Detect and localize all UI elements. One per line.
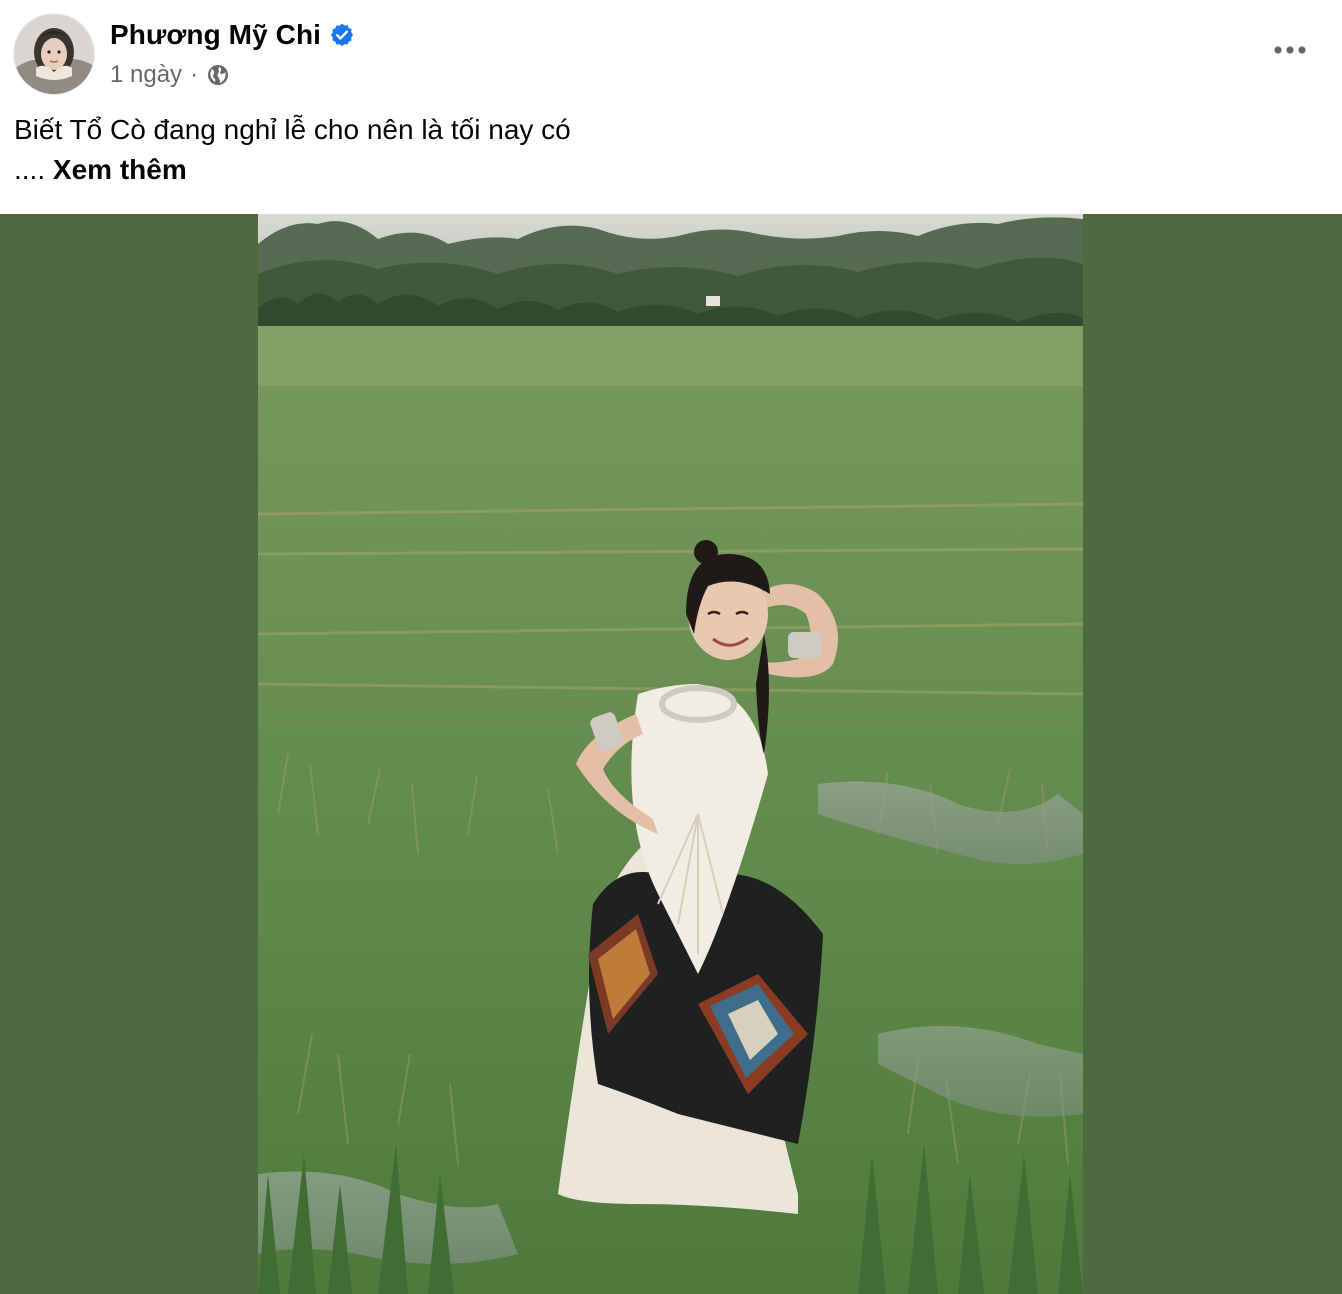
more-options-button[interactable] xyxy=(1268,30,1312,70)
author-name[interactable]: Phương Mỹ Chi xyxy=(110,19,321,51)
post-header: Phương Mỹ Chi 1 ngày · xyxy=(0,0,1342,100)
author-row: Phương Mỹ Chi xyxy=(110,16,355,54)
post-meta: 1 ngày · xyxy=(110,58,230,92)
meta-separator: · xyxy=(190,61,199,88)
more-horizontal-icon xyxy=(1274,46,1306,54)
see-more-link[interactable]: Xem thêm xyxy=(53,154,187,185)
post-text-more-row: .... Xem thêm xyxy=(14,150,1314,190)
verified-badge-icon xyxy=(329,22,355,48)
post-photo[interactable] xyxy=(258,214,1083,1294)
post-text-line: Biết Tổ Cò đang nghỉ lễ cho nên là tối n… xyxy=(14,114,571,145)
post-media xyxy=(0,214,1342,1294)
avatar-image xyxy=(14,14,94,94)
author-avatar[interactable] xyxy=(14,14,94,94)
photo-image xyxy=(258,214,1083,1294)
post-text-ellipsis: .... xyxy=(14,154,46,185)
post-timestamp[interactable]: 1 ngày xyxy=(110,61,182,89)
post-text: Biết Tổ Cò đang nghỉ lễ cho nên là tối n… xyxy=(14,110,1314,190)
globe-icon[interactable] xyxy=(206,63,230,87)
facebook-post: Phương Mỹ Chi 1 ngày · Biết Tổ Cò đang n… xyxy=(0,0,1342,1294)
